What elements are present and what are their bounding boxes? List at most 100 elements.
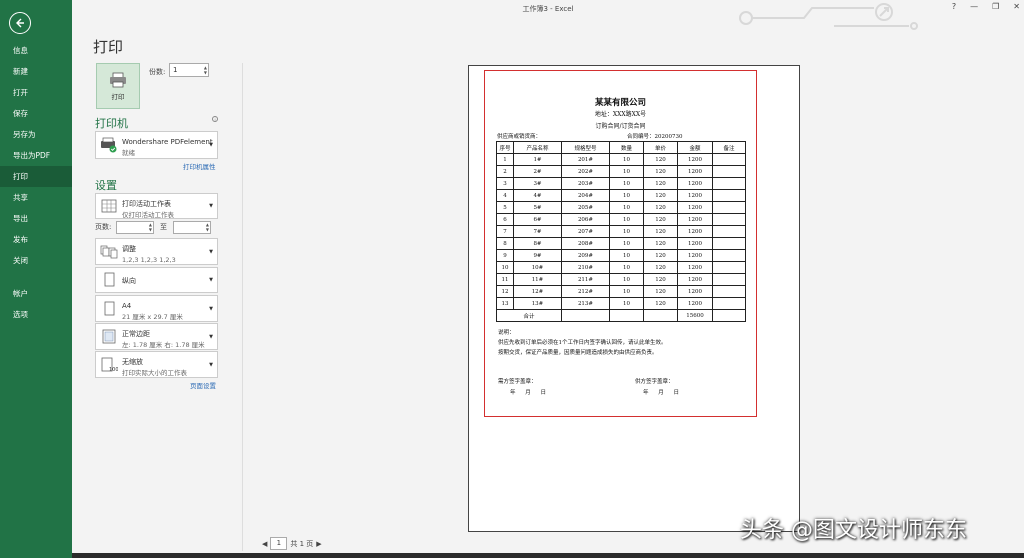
collate-sub: 1,2,3 1,2,3 1,2,3 xyxy=(122,256,176,264)
nav-save-as[interactable]: 另存为 xyxy=(0,124,72,145)
margins-select[interactable]: 正常边距 左: 1.78 厘米 右: 1.78 厘米 ▼ xyxy=(95,323,218,350)
paper-size-select[interactable]: A4 21 厘米 x 29.7 厘米 ▼ xyxy=(95,295,218,322)
table-cell: 208# xyxy=(561,237,610,250)
table-row: 3 3# 203# 10 120 1200 xyxy=(496,177,746,190)
table-cell: 10 xyxy=(609,153,644,166)
table-cell: 12 xyxy=(496,285,514,298)
supplier-date: 年 月 日 xyxy=(643,390,679,396)
table-cell: 203# xyxy=(561,177,610,190)
nav-print[interactable]: 打印 xyxy=(0,166,72,187)
chevron-down-icon: ▼ xyxy=(209,248,213,255)
doc-contract-no: 合同编号：20200730 xyxy=(627,134,683,140)
table-cell: 3# xyxy=(513,177,562,190)
table-row: 13 13# 213# 10 120 1200 xyxy=(496,297,746,310)
chevron-down-icon: ▼ xyxy=(209,333,213,340)
table-cell xyxy=(712,153,746,166)
table-cell: 12# xyxy=(513,285,562,298)
copies-stepper[interactable]: 1 ▲ ▼ xyxy=(169,63,209,77)
help-button[interactable]: ? xyxy=(952,2,956,11)
table-cell: 1200 xyxy=(677,153,713,166)
printer-section-head: 打印机 xyxy=(95,117,128,130)
nav-export-pdf[interactable]: 导出为PDF xyxy=(0,145,72,166)
table-cell: 205# xyxy=(561,201,610,214)
backstage-sidebar: 信息 新建 打开 保存 另存为 导出为PDF 打印 共享 导出 发布 关闭 帐户… xyxy=(0,0,72,558)
info-icon[interactable]: i xyxy=(212,116,218,122)
pages-to-input[interactable]: ▲ ▼ xyxy=(173,221,211,234)
nav-publish[interactable]: 发布 xyxy=(0,229,72,250)
total-value: 15600 xyxy=(677,309,713,322)
nav-export[interactable]: 导出 xyxy=(0,208,72,229)
print-scope-select[interactable]: 打印活动工作表 仅打印活动工作表 ▼ xyxy=(95,193,218,219)
back-button[interactable] xyxy=(9,12,31,34)
notes-title: 说明： xyxy=(498,330,515,336)
doc-notes: 说明： 供应先收到订单后必须在1个工作日内签字确认回传，请认此单生效。 按期交货… xyxy=(498,328,667,358)
table-cell: 1 xyxy=(496,153,514,166)
close-button[interactable]: ✕ xyxy=(1013,2,1020,11)
table-cell xyxy=(643,309,678,322)
chevron-down-icon: ▼ xyxy=(209,277,213,283)
table-cell xyxy=(712,297,746,310)
nav-close[interactable]: 关闭 xyxy=(0,250,72,271)
print-button[interactable]: 打印 xyxy=(96,63,140,109)
current-page-input[interactable]: 1 xyxy=(270,537,288,550)
table-cell: 120 xyxy=(643,249,678,262)
margins-icon xyxy=(102,329,116,343)
next-page-button[interactable]: ▶ xyxy=(316,540,321,548)
table-cell: 4 xyxy=(496,189,514,202)
table-row: 6 6# 206# 10 120 1200 xyxy=(496,213,746,226)
table-cell: 5# xyxy=(513,201,562,214)
table-cell: 11# xyxy=(513,273,562,286)
restore-button[interactable]: ❐ xyxy=(992,2,999,11)
nav-options[interactable]: 选项 xyxy=(0,304,72,325)
table-cell: 120 xyxy=(643,261,678,274)
column-divider xyxy=(242,63,243,551)
orientation-select[interactable]: 纵向 ▼ xyxy=(95,267,218,293)
pages-from-input[interactable]: ▲ ▼ xyxy=(116,221,154,234)
page-setup-link[interactable]: 页面设置 xyxy=(190,380,216,390)
table-header-cell: 规格型号 xyxy=(561,141,610,154)
table-cell: 10# xyxy=(513,261,562,274)
collate-select[interactable]: 调整 1,2,3 1,2,3 1,2,3 ▼ xyxy=(95,238,218,265)
table-header-cell: 产品名称 xyxy=(513,141,562,154)
table-cell: 201# xyxy=(561,153,610,166)
table-cell: 1200 xyxy=(677,261,713,274)
nav-save[interactable]: 保存 xyxy=(0,103,72,124)
table-cell: 120 xyxy=(643,153,678,166)
printer-properties-link[interactable]: 打印机属性 xyxy=(183,161,216,171)
sidebar-nav: 信息 新建 打开 保存 另存为 导出为PDF 打印 共享 导出 发布 关闭 帐户… xyxy=(0,40,72,325)
printer-select[interactable]: Wondershare PDFelement 就绪 ▼ xyxy=(95,131,218,159)
nav-new[interactable]: 新建 xyxy=(0,61,72,82)
collate-main: 调整 xyxy=(122,245,136,253)
nav-open[interactable]: 打开 xyxy=(0,82,72,103)
window-title: 工作簿3 - Excel xyxy=(522,5,574,13)
minimize-button[interactable]: — xyxy=(970,2,978,11)
spin-arrows-icon[interactable]: ▲ ▼ xyxy=(149,222,152,232)
table-cell: 204# xyxy=(561,189,610,202)
print-scope-sub: 仅打印活动工作表 xyxy=(122,211,174,219)
notes-line-1: 供应先收到订单后必须在1个工作日内签字确认回传，请认此单生效。 xyxy=(498,340,667,346)
print-button-label: 打印 xyxy=(111,92,125,101)
nav-info[interactable]: 信息 xyxy=(0,40,72,61)
doc-company: 某某有限公司 xyxy=(594,98,646,108)
margins-main: 正常边距 xyxy=(122,330,150,338)
table-cell: 13 xyxy=(496,297,514,310)
nav-share[interactable]: 共享 xyxy=(0,187,72,208)
page-title: 打印 xyxy=(93,38,124,56)
table-cell: 1200 xyxy=(677,213,713,226)
table-body: 1 1# 201# 10 120 1200 2 2# 202# 10 120 1200 3 3# 203# 1… xyxy=(496,153,746,322)
table-header-cell: 单价 xyxy=(643,141,678,154)
spin-arrows-icon[interactable]: ▲ ▼ xyxy=(206,222,209,232)
nav-account[interactable]: 帐户 xyxy=(0,283,72,304)
paper-size-icon xyxy=(104,301,115,315)
table-header-cell: 备注 xyxy=(712,141,746,154)
table-cell: 10 xyxy=(609,189,644,202)
scaling-select[interactable]: 100 无缩放 打印实际大小的工作表 ▼ xyxy=(95,351,218,378)
prev-page-button[interactable]: ◀ xyxy=(262,540,267,548)
copies-label: 份数: xyxy=(149,68,166,76)
paper-size-text: A4 21 厘米 x 29.7 厘米 xyxy=(122,301,183,323)
table-cell: 11 xyxy=(496,273,514,286)
table-cell xyxy=(712,177,746,190)
printer-select-text: Wondershare PDFelement 就绪 xyxy=(122,137,213,159)
table-cell: 212# xyxy=(561,285,610,298)
spin-arrows-icon[interactable]: ▲ ▼ xyxy=(204,65,207,75)
